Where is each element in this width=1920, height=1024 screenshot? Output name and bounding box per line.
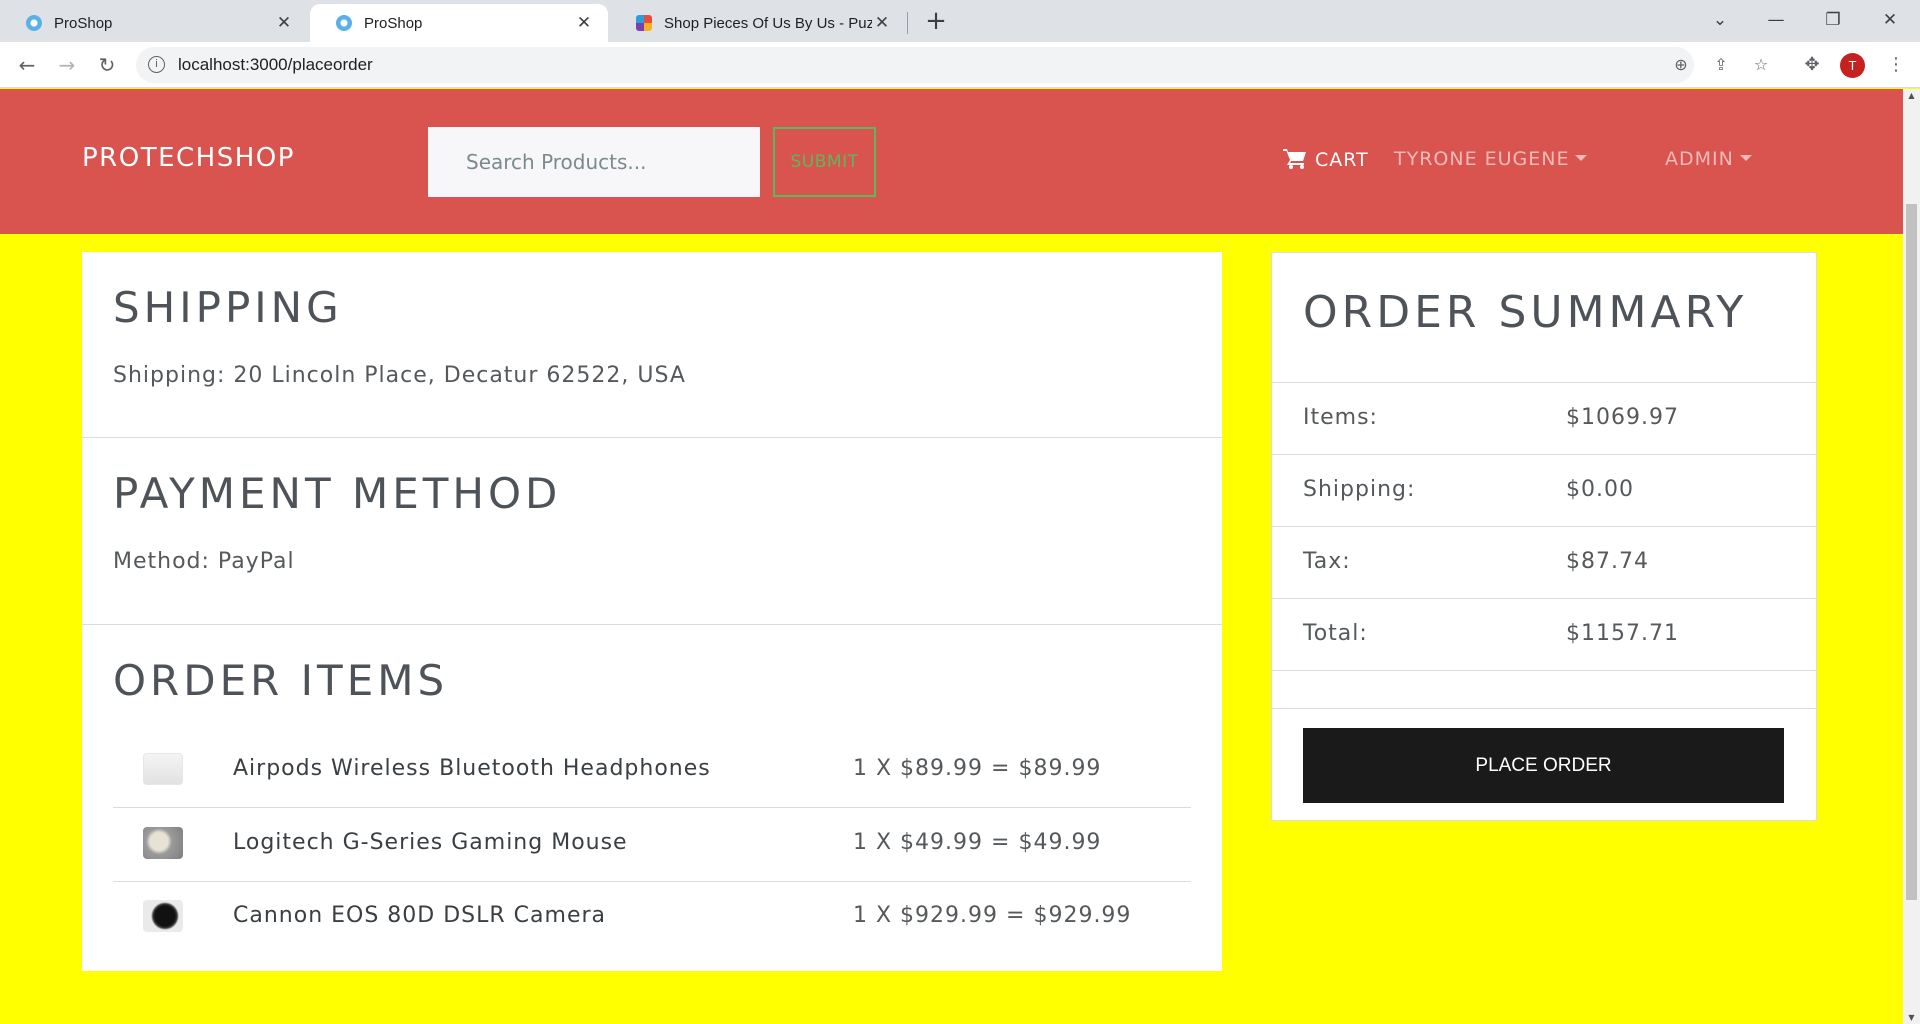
order-items-section: ORDER ITEMS Airpods Wireless Bluetooth H…: [82, 625, 1222, 971]
zoom-icon[interactable]: ⊕: [1670, 54, 1692, 76]
site-info-icon[interactable]: i: [148, 56, 165, 73]
order-item-row: Logitech G-Series Gaming Mouse 1 X $49.9…: [113, 809, 1191, 882]
item-price: 1 X $49.99 = $49.99: [853, 830, 1102, 855]
shipping-address: Shipping: 20 Lincoln Place, Decatur 6252…: [113, 363, 686, 388]
scrollbar-thumb[interactable]: [1906, 204, 1917, 900]
order-item-row: Airpods Wireless Bluetooth Headphones 1 …: [113, 735, 1191, 808]
place-order-button[interactable]: PLACE ORDER: [1303, 728, 1784, 803]
cart-label: CART: [1315, 149, 1369, 171]
summary-value: $0.00: [1566, 477, 1634, 502]
summary-value: $1069.97: [1566, 405, 1679, 430]
extensions-puzzle-icon[interactable]: ✥: [1800, 53, 1824, 77]
url-text[interactable]: localhost:3000/placeorder: [178, 55, 373, 75]
site-navbar: PROTECHSHOP SUBMIT CART TYRONE EUGENE AD…: [0, 89, 1903, 234]
shipping-section: SHIPPING Shipping: 20 Lincoln Place, Dec…: [82, 252, 1222, 438]
back-arrow-icon[interactable]: ←: [12, 50, 42, 80]
close-tab-icon[interactable]: ✕: [872, 13, 892, 33]
close-tab-icon[interactable]: ✕: [574, 13, 594, 33]
address-bar[interactable]: i localhost:3000/placeorder ⊕ ⇪ ☆: [136, 47, 1768, 83]
forward-arrow-icon[interactable]: →: [52, 50, 82, 80]
airpods-thumbnail[interactable]: [143, 753, 183, 785]
order-item-row: Cannon EOS 80D DSLR Camera 1 X $929.99 =…: [113, 882, 1191, 955]
reload-icon[interactable]: ↻: [92, 50, 122, 80]
scroll-down-arrow-icon[interactable]: ▼: [1903, 1013, 1920, 1022]
summary-row-tax: Tax: $87.74: [1272, 526, 1816, 598]
summary-row-empty: [1272, 670, 1816, 708]
order-details-card: SHIPPING Shipping: 20 Lincoln Place, Dec…: [82, 252, 1222, 971]
cart-link[interactable]: CART: [1283, 148, 1369, 171]
summary-label: Tax:: [1303, 549, 1351, 574]
bookmark-star-icon[interactable]: ☆: [1750, 54, 1772, 76]
caret-down-icon: [1575, 155, 1588, 161]
camera-thumbnail[interactable]: [143, 900, 183, 932]
search-submit-button[interactable]: SUBMIT: [773, 127, 876, 197]
proshop-favicon-icon: [26, 15, 42, 31]
item-price: 1 X $929.99 = $929.99: [853, 903, 1132, 928]
payment-method-text: Method: PayPal: [113, 549, 295, 574]
item-name-link[interactable]: Logitech G-Series Gaming Mouse: [233, 830, 628, 855]
summary-row-shipping: Shipping: $0.00: [1272, 454, 1816, 526]
browser-menu-icon[interactable]: ⋮: [1884, 53, 1908, 77]
tab-title: ProShop: [364, 14, 423, 32]
new-tab-plus-icon[interactable]: +: [922, 6, 950, 36]
admin-dropdown[interactable]: ADMIN: [1665, 148, 1752, 170]
page-viewport: PROTECHSHOP SUBMIT CART TYRONE EUGENE AD…: [0, 89, 1920, 1024]
admin-label: ADMIN: [1665, 148, 1734, 170]
browser-tab[interactable]: ProShop ✕: [0, 4, 308, 42]
order-summary-heading: ORDER SUMMARY: [1303, 287, 1748, 338]
search-input[interactable]: [428, 127, 760, 197]
summary-row-items: Items: $1069.97: [1272, 382, 1816, 454]
tab-search-chevron-icon[interactable]: ⌄: [1697, 0, 1743, 42]
shipping-heading: SHIPPING: [113, 283, 343, 332]
browser-tab-active[interactable]: ProShop ✕: [310, 4, 608, 42]
caret-down-icon: [1739, 155, 1752, 161]
restore-icon[interactable]: ❐: [1810, 0, 1856, 42]
profile-avatar[interactable]: T: [1840, 53, 1865, 78]
browser-tab[interactable]: Shop Pieces Of Us By Us - Puzzle ✕: [610, 4, 906, 42]
tab-title: Shop Pieces Of Us By Us - Puzzle: [664, 14, 872, 32]
tab-separator: [907, 12, 908, 34]
mouse-thumbnail[interactable]: [143, 827, 183, 859]
item-name-link[interactable]: Airpods Wireless Bluetooth Headphones: [233, 756, 711, 781]
tab-title: ProShop: [54, 14, 113, 32]
scroll-up-arrow-icon[interactable]: ▲: [1903, 91, 1920, 100]
summary-label: Items:: [1303, 405, 1378, 430]
summary-label: Total:: [1303, 621, 1368, 646]
puzzle-favicon-icon: [636, 15, 652, 31]
browser-tab-strip: ProShop ✕ ProShop ✕ Shop Pieces Of Us By…: [0, 0, 1920, 42]
window-close-icon[interactable]: ✕: [1867, 0, 1913, 42]
item-name-link[interactable]: Cannon EOS 80D DSLR Camera: [233, 903, 606, 928]
page-scrollbar[interactable]: ▲ ▼: [1903, 89, 1920, 1024]
proshop-favicon-icon: [336, 15, 352, 31]
shopping-cart-icon: [1283, 149, 1306, 169]
order-summary-card: ORDER SUMMARY Items: $1069.97 Shipping: …: [1271, 252, 1817, 821]
summary-value: $1157.71: [1566, 621, 1679, 646]
summary-label: Shipping:: [1303, 477, 1416, 502]
share-icon[interactable]: ⇪: [1710, 54, 1732, 76]
browser-toolbar: ← → ↻ i localhost:3000/placeorder ⊕ ⇪ ☆ …: [0, 42, 1920, 88]
brand-logo[interactable]: PROTECHSHOP: [82, 143, 295, 173]
summary-value: $87.74: [1566, 549, 1649, 574]
order-items-heading: ORDER ITEMS: [113, 656, 449, 705]
item-price: 1 X $89.99 = $89.99: [853, 756, 1102, 781]
user-dropdown[interactable]: TYRONE EUGENE: [1394, 148, 1588, 170]
payment-section: PAYMENT METHOD Method: PayPal: [82, 438, 1222, 625]
summary-row-total: Total: $1157.71: [1272, 598, 1816, 670]
minimize-icon[interactable]: —: [1753, 0, 1799, 42]
user-name-label: TYRONE EUGENE: [1394, 148, 1570, 170]
close-tab-icon[interactable]: ✕: [274, 13, 294, 33]
payment-heading: PAYMENT METHOD: [113, 469, 562, 518]
